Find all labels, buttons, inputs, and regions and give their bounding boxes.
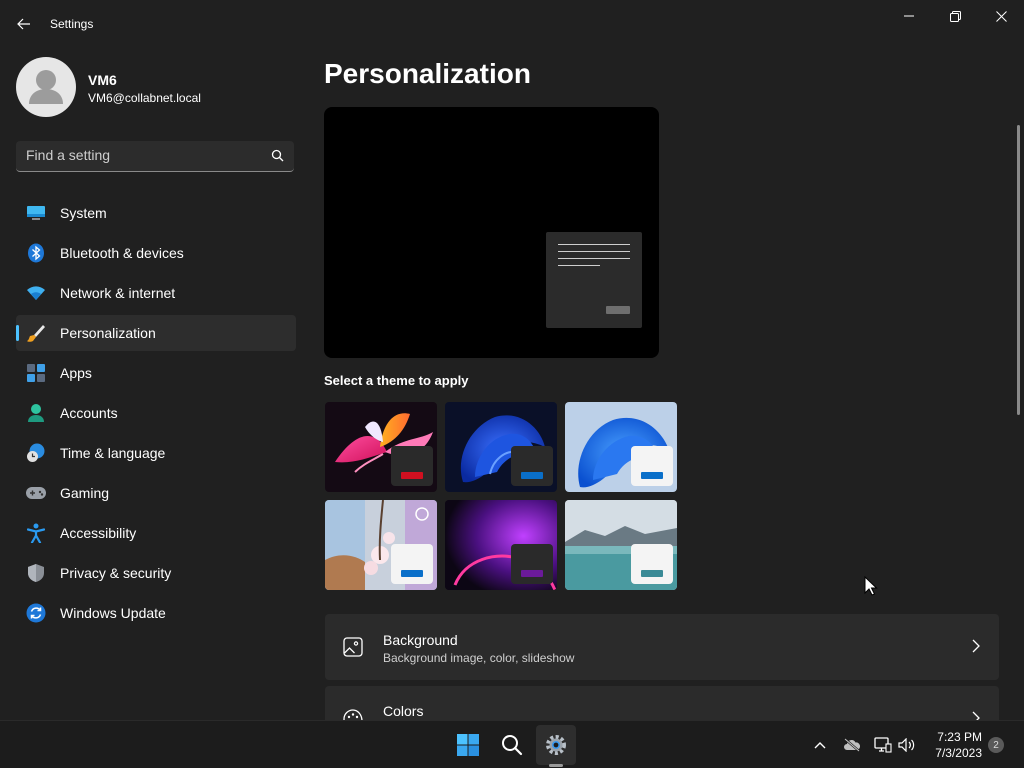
sidebar-item-personalization[interactable]: Personalization (16, 315, 296, 351)
image-icon (343, 637, 363, 657)
taskbar-settings-button[interactable] (536, 725, 576, 765)
clock-time: 7:23 PM (937, 730, 982, 744)
avatar[interactable] (16, 57, 76, 117)
app-title: Settings (50, 17, 94, 31)
restore-icon (949, 10, 961, 22)
restore-button[interactable] (932, 0, 978, 32)
search-box[interactable] (16, 141, 294, 172)
wifi-icon (25, 282, 47, 304)
shield-icon (25, 562, 47, 584)
accessibility-icon (25, 522, 47, 544)
preview-window (546, 232, 642, 328)
theme-captured-motion[interactable] (325, 500, 437, 590)
theme-glow[interactable] (325, 402, 437, 492)
theme-sunrise[interactable] (565, 500, 677, 590)
clock-date: 7/3/2023 (935, 746, 982, 760)
search-icon[interactable] (271, 149, 284, 162)
theme-windows-dark[interactable] (445, 402, 557, 492)
volume-icon (898, 738, 915, 752)
sidebar-nav: System Bluetooth & devices Network & int… (16, 195, 296, 635)
update-icon (25, 602, 47, 624)
brush-icon (25, 322, 47, 344)
chevron-up-icon (814, 742, 826, 749)
search-icon (502, 735, 523, 756)
mouse-cursor-icon (864, 576, 878, 596)
network-tray-button[interactable] (873, 735, 893, 755)
scrollbar[interactable] (1017, 125, 1020, 415)
back-arrow-icon (17, 18, 30, 30)
user-icon (29, 70, 63, 104)
sidebar-item-accounts[interactable]: Accounts (16, 395, 296, 431)
title-bar: Settings (0, 0, 1024, 48)
theme-flow[interactable] (445, 500, 557, 590)
show-hidden-icons-button[interactable] (810, 735, 830, 755)
back-button[interactable] (12, 10, 36, 38)
gamepad-icon (25, 482, 47, 504)
colors-card[interactable]: Colors (325, 686, 999, 720)
palette-icon (343, 709, 363, 720)
sidebar-item-time-language[interactable]: Time & language (16, 435, 296, 471)
chevron-right-icon (972, 711, 980, 720)
card-subtitle: Background image, color, slideshow (383, 651, 575, 665)
close-icon (995, 10, 1007, 22)
theme-windows-light[interactable] (565, 402, 677, 492)
user-email: VM6@collabnet.local (88, 91, 201, 105)
theme-preview (324, 107, 659, 358)
user-name: VM6 (88, 72, 117, 88)
close-button[interactable] (978, 0, 1024, 32)
search-input[interactable] (26, 147, 256, 163)
volume-tray-button[interactable] (897, 735, 917, 755)
taskbar: 7:23 PM 7/3/2023 2 (0, 720, 1024, 768)
page-title: Personalization (324, 58, 531, 89)
taskbar-search-button[interactable] (492, 725, 532, 765)
system-icon (25, 202, 47, 224)
sidebar-item-bluetooth[interactable]: Bluetooth & devices (16, 235, 296, 271)
apps-icon (25, 362, 47, 384)
start-button[interactable] (448, 725, 488, 765)
onedrive-tray-button[interactable] (842, 735, 862, 755)
background-card[interactable]: Background Background image, color, slid… (325, 614, 999, 680)
sidebar-item-accessibility[interactable]: Accessibility (16, 515, 296, 551)
globe-clock-icon (25, 442, 47, 464)
sidebar-item-apps[interactable]: Apps (16, 355, 296, 391)
sidebar-item-system[interactable]: System (16, 195, 296, 231)
themes-label: Select a theme to apply (324, 373, 469, 388)
person-icon (25, 402, 47, 424)
card-title: Colors (383, 703, 424, 719)
network-icon (874, 737, 892, 753)
minimize-button[interactable] (886, 0, 932, 32)
cloud-offline-icon (844, 738, 861, 752)
start-icon (457, 734, 479, 756)
taskbar-clock[interactable]: 7:23 PM 7/3/2023 (920, 729, 982, 761)
card-title: Background (383, 632, 458, 648)
bluetooth-icon (25, 242, 47, 264)
minimize-icon (904, 15, 914, 17)
settings-icon (546, 735, 566, 755)
theme-gallery (325, 402, 685, 594)
notification-badge[interactable]: 2 (988, 737, 1004, 753)
chevron-right-icon (972, 639, 980, 653)
active-app-indicator (549, 764, 563, 767)
sidebar-item-network[interactable]: Network & internet (16, 275, 296, 311)
sidebar-item-windows-update[interactable]: Windows Update (16, 595, 296, 631)
sidebar-item-privacy[interactable]: Privacy & security (16, 555, 296, 591)
sidebar-item-gaming[interactable]: Gaming (16, 475, 296, 511)
